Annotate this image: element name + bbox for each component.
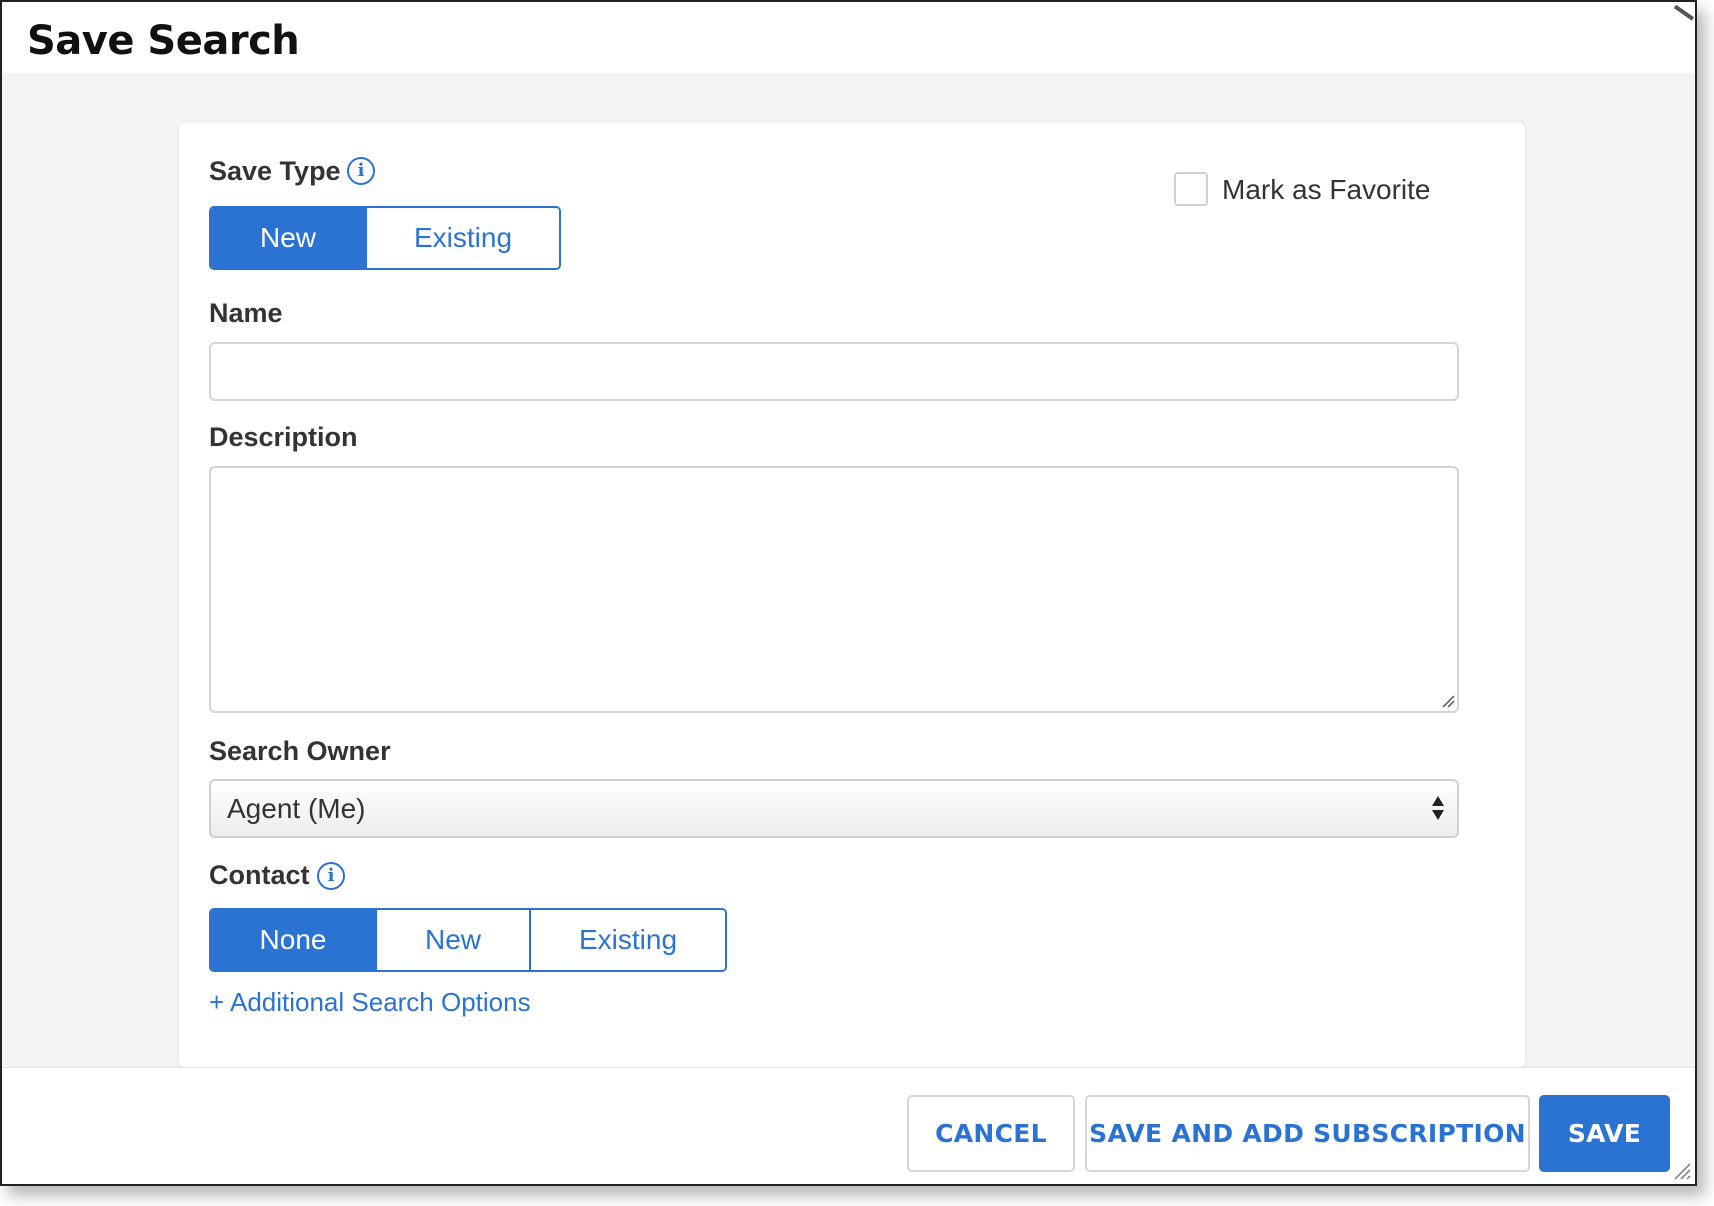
dialog-corner-mark [1673, 2, 1695, 21]
contact-none-button[interactable]: None [211, 910, 375, 970]
search-owner-select[interactable]: Agent (Me) [209, 779, 1459, 838]
sort-arrows-icon [1432, 796, 1444, 820]
save-type-label: Save Type [209, 156, 341, 186]
contact-label: Contact [209, 860, 310, 890]
search-owner-label: Search Owner [209, 736, 391, 766]
save-type-toggle: New Existing [209, 206, 561, 270]
save-type-new-button[interactable]: New [211, 208, 365, 268]
save-and-add-subscription-button[interactable]: SAVE AND ADD SUBSCRIPTION [1085, 1095, 1530, 1172]
dialog-header: Save Search [2, 2, 1695, 73]
info-icon[interactable]: i [317, 862, 345, 890]
form-card: Save Type i New Existing Mark as Favorit… [179, 122, 1525, 1067]
dialog-title: Save Search [27, 18, 300, 64]
save-type-existing-button[interactable]: Existing [365, 208, 559, 268]
search-owner-value: Agent (Me) [227, 792, 366, 824]
resize-grip-icon[interactable] [1671, 1160, 1691, 1180]
dialog-footer: CANCEL SAVE AND ADD SUBSCRIPTION SAVE [2, 1067, 1695, 1184]
cancel-button[interactable]: CANCEL [907, 1095, 1075, 1172]
name-label: Name [209, 298, 283, 328]
contact-new-button[interactable]: New [375, 910, 529, 970]
name-input[interactable] [209, 342, 1459, 401]
info-icon[interactable]: i [347, 157, 375, 185]
save-search-dialog: Save Search Save Type i New Existing Mar… [0, 0, 1697, 1186]
additional-search-options-link[interactable]: + Additional Search Options [209, 987, 531, 1018]
description-label: Description [209, 422, 358, 452]
save-button[interactable]: SAVE [1539, 1095, 1670, 1172]
mark-favorite-checkbox[interactable] [1174, 172, 1208, 206]
description-textarea[interactable] [209, 466, 1459, 713]
contact-toggle: None New Existing [209, 908, 727, 972]
mark-favorite-label[interactable]: Mark as Favorite [1222, 174, 1431, 206]
contact-existing-button[interactable]: Existing [529, 910, 725, 970]
resize-grip-icon[interactable] [1441, 694, 1455, 708]
